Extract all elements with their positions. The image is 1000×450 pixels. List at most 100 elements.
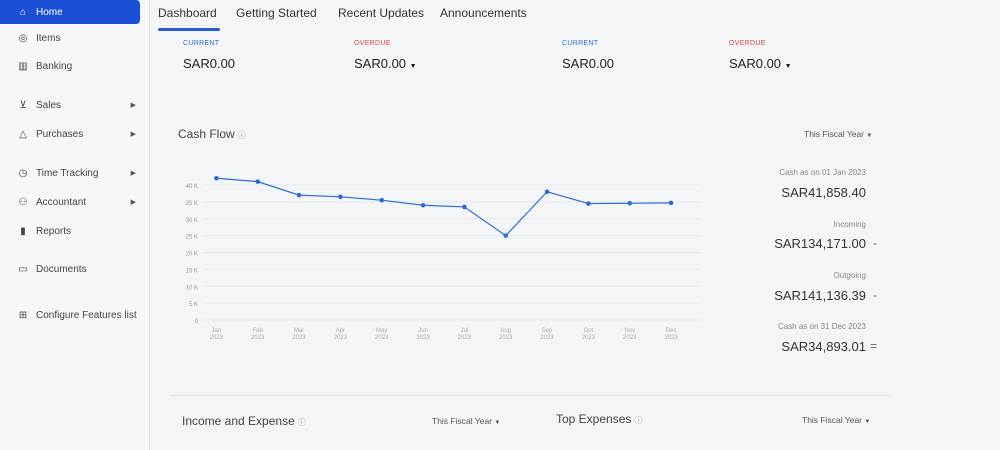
outgoing-value: SAR141,136.39 [774, 288, 866, 303]
data-point[interactable] [586, 201, 591, 206]
info-icon: ⓘ [634, 416, 643, 425]
opening-balance-value: SAR41,858.40 [781, 185, 866, 200]
data-point[interactable] [420, 202, 426, 208]
payables-overdue-value[interactable]: SAR0.00 ▼ [729, 56, 792, 71]
reports-icon: ▮ [20, 225, 26, 237]
cash-flow-title: Cash Flow ⓘ [178, 127, 246, 141]
top-expenses-period-dropdown[interactable]: This Fiscal Year ▼ [802, 415, 870, 425]
receivables-overdue-label: OVERDUE [354, 40, 391, 47]
tab-recent-updates[interactable]: Recent Updates [338, 6, 424, 20]
chevron-right-icon: ▶ [130, 199, 136, 206]
tab-dashboard[interactable]: Dashboard [158, 6, 217, 20]
data-point[interactable] [296, 192, 302, 198]
x-tick-label: May 2023 [375, 328, 389, 341]
y-tick-label: 5 K [189, 302, 198, 308]
sidebar-item-documents[interactable]: ▭ Documents [0, 257, 150, 281]
chevron-down-icon: ▼ [494, 420, 501, 426]
data-point[interactable] [544, 189, 550, 195]
sidebar-item-label: Banking [36, 60, 73, 72]
sidebar-item-accountant[interactable]: ⚇ Accountant ▶ [0, 190, 150, 214]
y-tick-label: 30 K [186, 218, 198, 224]
chevron-right-icon: ▶ [130, 102, 136, 109]
sidebar-item-items[interactable]: ◎ Items [0, 26, 150, 50]
sidebar-item-sales[interactable]: ⊻ Sales ▶ [0, 93, 150, 117]
sidebar-item-reports[interactable]: ▮ Reports [0, 219, 150, 243]
data-point[interactable] [379, 197, 385, 203]
y-tick-label: 40 K [186, 184, 198, 190]
sidebar: ⌂ Home ◎ Items ▥ Banking ⊻ Sales ▶ △ Pur… [0, 0, 150, 450]
y-tick-label: 0 [195, 319, 199, 325]
data-point[interactable] [627, 200, 633, 206]
sidebar-item-label: Configure Features list [36, 309, 137, 321]
chevron-down-icon: ▼ [409, 63, 417, 70]
receivables-current-label: CURRENT [183, 40, 220, 47]
chevron-down-icon: ▼ [864, 419, 871, 425]
home-icon: ⌂ [19, 6, 27, 18]
sidebar-item-label: Items [36, 32, 61, 44]
x-tick-label: Aug 2023 [499, 328, 513, 341]
closing-balance-value: SAR34,893.01 [781, 339, 866, 354]
documents-icon: ▭ [18, 263, 28, 275]
info-icon: ⓘ [297, 418, 306, 427]
section-divider [170, 395, 890, 396]
sidebar-item-label: Home [36, 6, 63, 18]
sidebar-item-label: Purchases [36, 128, 84, 140]
chevron-right-icon: ▶ [130, 170, 136, 177]
sidebar-item-time-tracking[interactable]: ◷ Time Tracking ▶ [0, 161, 150, 185]
sidebar-item-label: Documents [36, 263, 87, 275]
closing-balance-label: Cash as on 31 Dec 2023 [777, 322, 866, 331]
x-tick-label: Oct 2023 [582, 328, 596, 341]
chevron-right-icon: ▶ [130, 131, 136, 138]
opening-balance-label: Cash as on 01 Jan 2023 [779, 168, 866, 177]
grid-icon: ⊞ [18, 309, 28, 321]
closing-sign: = [870, 339, 878, 353]
receivables-overdue-value[interactable]: SAR0.00 ▼ [354, 56, 417, 71]
sidebar-item-label: Reports [36, 225, 72, 237]
cash-flow-chart: 40 K 35 K 30 K 25 K 20 K 15 K 10 K 5 K 0 Jan 2023 F… [186, 175, 700, 341]
x-tick-label: Jun 2023 [416, 328, 430, 341]
accountant-icon: ⚇ [18, 196, 28, 208]
clock-icon: ◷ [18, 167, 28, 179]
data-point[interactable] [255, 179, 261, 184]
cash-flow-period-dropdown[interactable]: This Fiscal Year ▼ [804, 129, 872, 139]
bag-icon: △ [19, 128, 27, 140]
y-tick-label: 10 K [186, 285, 198, 291]
sidebar-item-home[interactable]: ⌂ Home [0, 0, 140, 24]
payables-current-label: CURRENT [562, 40, 599, 47]
data-point[interactable] [668, 200, 674, 206]
chevron-down-icon: ▼ [784, 63, 792, 70]
top-expenses-title: Top Expenses ⓘ [556, 412, 643, 426]
cash-flow-line [216, 177, 672, 237]
payables-current-value: SAR0.00 [562, 56, 615, 71]
y-tick-label: 20 K [186, 252, 198, 258]
sidebar-item-purchases[interactable]: △ Purchases ▶ [0, 122, 150, 146]
receivables-current-value: SAR0.00 [183, 56, 236, 71]
y-tick-label: 25 K [186, 235, 198, 241]
incoming-label: Incoming [833, 220, 866, 229]
x-tick-label: Apr 2023 [334, 328, 348, 341]
bank-icon: ▥ [18, 60, 28, 72]
sidebar-item-configure-features[interactable]: ⊞ Configure Features list [0, 303, 150, 327]
active-tab-indicator [158, 28, 220, 31]
y-tick-label: 15 K [186, 268, 198, 274]
incoming-value: SAR134,171.00 [774, 236, 866, 251]
tab-getting-started[interactable]: Getting Started [236, 6, 317, 20]
x-tick-label: Mar 2023 [292, 328, 306, 341]
incoming-sign: - [873, 236, 877, 250]
sidebar-item-label: Time Tracking [36, 167, 99, 179]
x-tick-label: Sep 2023 [540, 328, 554, 341]
tab-announcements[interactable]: Announcements [440, 6, 527, 20]
chevron-down-icon: ▼ [866, 133, 873, 139]
sidebar-item-label: Sales [36, 99, 62, 111]
income-expense-title: Income and Expense ⓘ [182, 414, 306, 428]
x-tick-label: Feb 2023 [251, 328, 265, 341]
data-point[interactable] [462, 204, 467, 210]
data-point[interactable] [338, 194, 343, 200]
y-tick-label: 35 K [186, 201, 198, 207]
x-tick-label: Jul 2023 [458, 328, 472, 341]
sidebar-item-banking[interactable]: ▥ Banking [0, 54, 150, 78]
data-point[interactable] [214, 175, 219, 181]
data-point[interactable] [503, 233, 509, 238]
info-icon: ⓘ [237, 131, 246, 140]
income-expense-period-dropdown[interactable]: This Fiscal Year ▼ [432, 416, 500, 426]
